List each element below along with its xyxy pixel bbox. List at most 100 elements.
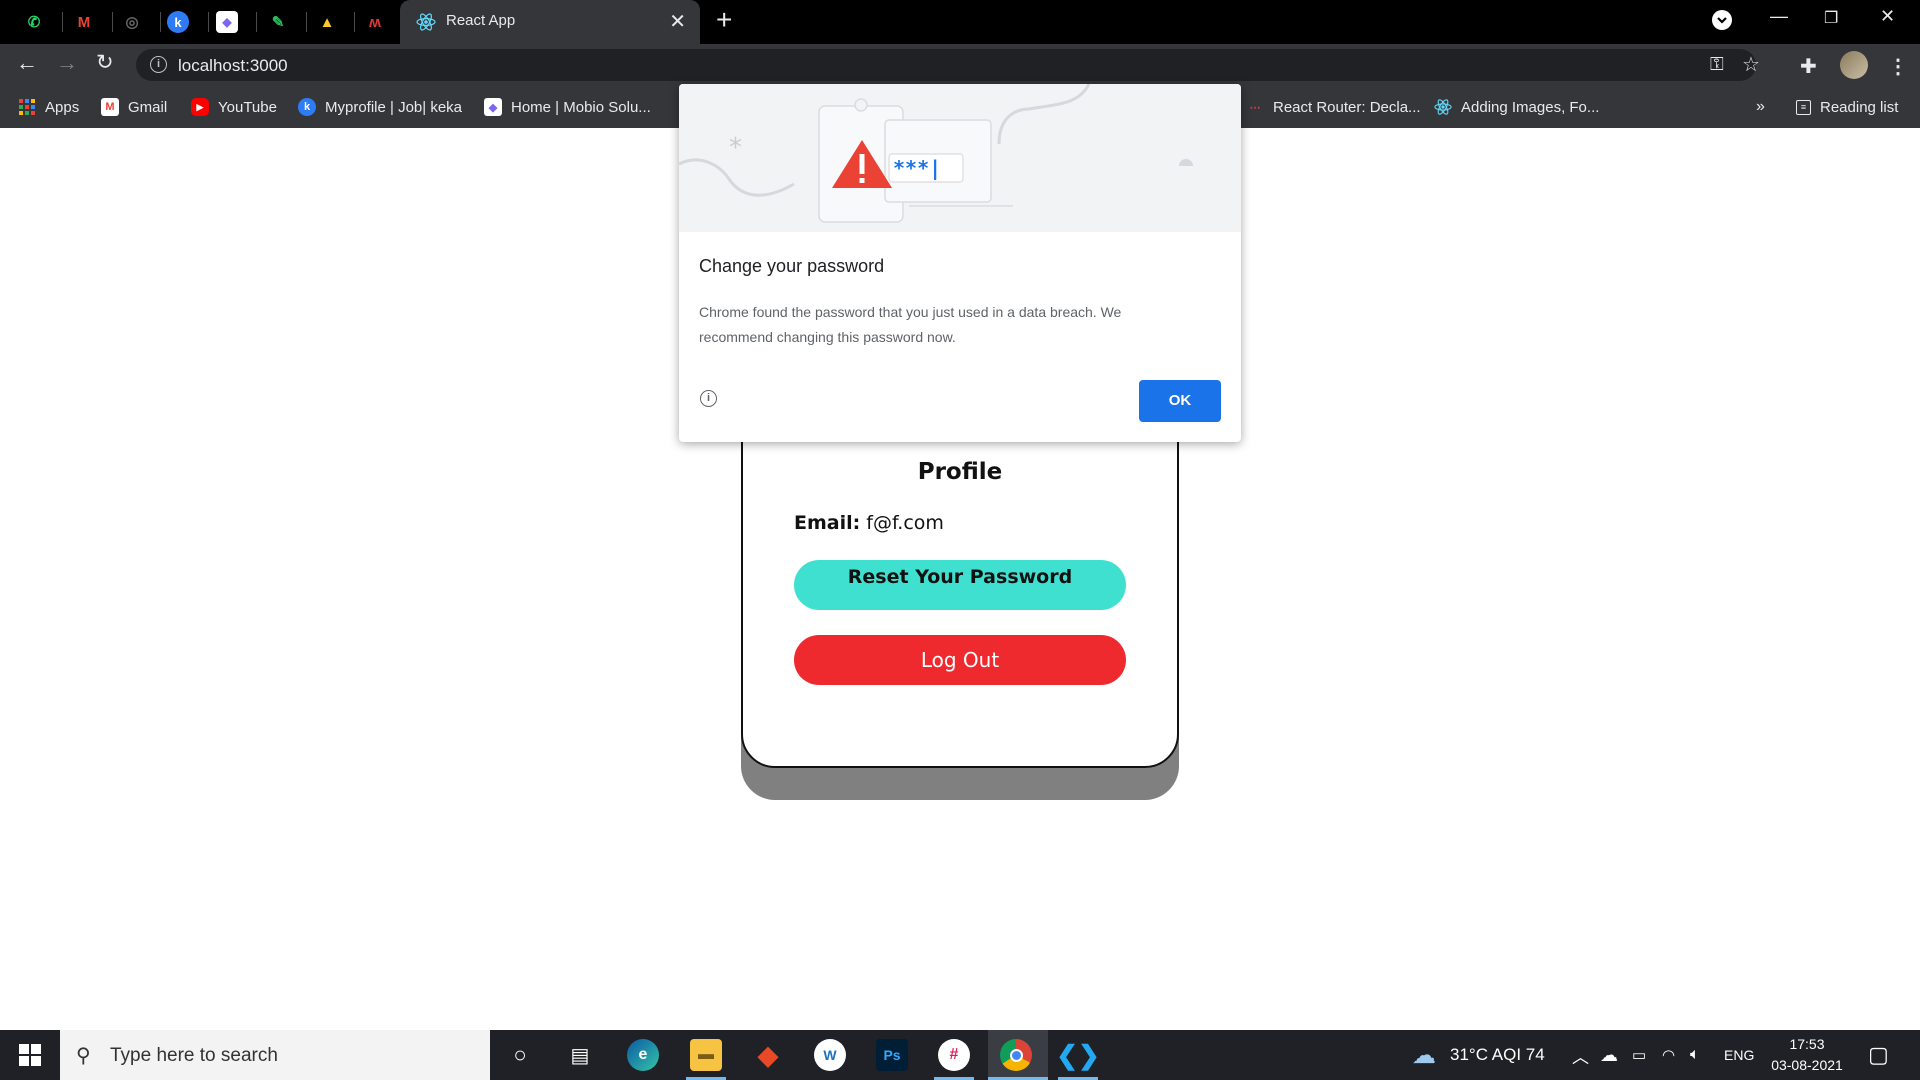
- bookmark-keka[interactable]: k Myprofile | Job| keka: [298, 86, 462, 128]
- mobio-icon: ◆: [484, 98, 502, 116]
- file-explorer-icon[interactable]: ▬: [690, 1039, 722, 1071]
- bookmark-star-icon[interactable]: ☆: [1742, 52, 1760, 77]
- restore-icon[interactable]: ❐: [1824, 8, 1838, 28]
- github-icon[interactable]: ◎: [118, 8, 146, 36]
- tab-separator: [306, 12, 307, 32]
- vscode-icon[interactable]: ❮❯: [1056, 1039, 1100, 1071]
- show-hidden-icons-chevron-icon[interactable]: ︿: [1572, 1030, 1589, 1080]
- info-icon[interactable]: i: [700, 390, 717, 407]
- react-icon: [416, 13, 436, 31]
- profile-title: Profile: [917, 459, 1003, 485]
- tab-separator: [208, 12, 209, 32]
- battery-icon[interactable]: ▭: [1632, 1030, 1646, 1080]
- reading-list-label: Reading list: [1820, 98, 1899, 116]
- reload-icon[interactable]: ↻: [96, 52, 114, 74]
- close-window-icon[interactable]: ✕: [1880, 6, 1895, 27]
- tab-separator: [160, 12, 161, 32]
- bookmark-react-router[interactable]: ⋯ React Router: Decla...: [1246, 86, 1421, 128]
- taskbar-clock[interactable]: 17:53 03-08-2021: [1752, 1034, 1862, 1076]
- email-value: f@f.com: [866, 512, 944, 534]
- slack-icon[interactable]: #: [938, 1039, 970, 1071]
- ok-button[interactable]: OK: [1139, 380, 1221, 422]
- bookmark-youtube[interactable]: ▶ YouTube: [191, 86, 277, 128]
- extensions-puzzle-icon[interactable]: ✚: [1800, 54, 1817, 79]
- start-button[interactable]: [0, 1030, 60, 1080]
- clickup-icon[interactable]: ◆: [216, 11, 238, 33]
- react-icon: [1434, 98, 1452, 116]
- tab-search-icon[interactable]: [1712, 10, 1732, 30]
- browser-toolbar: ← → ↻ i localhost:3000 ⚿ ☆ ✚ ⋮: [0, 44, 1920, 86]
- react-router-icon: ⋯: [1249, 101, 1261, 114]
- weather-cloud-icon[interactable]: ☁: [1412, 1030, 1436, 1080]
- close-tab-icon[interactable]: ✕: [669, 9, 686, 34]
- mobio-icon[interactable]: ʍ: [361, 8, 389, 36]
- bookmark-label: React Router: Decla...: [1273, 98, 1421, 116]
- reset-password-button[interactable]: Reset Your Password: [794, 560, 1126, 610]
- bookmark-label: Gmail: [128, 98, 168, 116]
- chrome-menu-icon[interactable]: ⋮: [1888, 54, 1908, 79]
- masked-password-text: ***|: [893, 156, 941, 180]
- bookmark-label: YouTube: [218, 98, 277, 116]
- back-arrow-icon[interactable]: ←: [16, 52, 38, 74]
- gmail-icon[interactable]: M: [70, 8, 98, 36]
- profile-avatar[interactable]: [1840, 51, 1868, 79]
- cortana-circle-icon[interactable]: ○: [504, 1039, 536, 1071]
- logout-button[interactable]: Log Out: [794, 635, 1126, 685]
- wordpress-app-icon[interactable]: W: [814, 1039, 846, 1071]
- password-breach-illustration: * ***|: [679, 84, 1241, 232]
- clock-date: 03-08-2021: [1771, 1057, 1843, 1073]
- address-bar[interactable]: i localhost:3000 ⚿ ☆: [136, 49, 1760, 81]
- bookmark-label: Myprofile | Job| keka: [325, 98, 463, 116]
- tab-separator: [112, 12, 113, 32]
- minimize-icon[interactable]: —: [1770, 6, 1788, 27]
- clock-time: 17:53: [1789, 1036, 1825, 1052]
- evernote-icon[interactable]: ✎: [264, 8, 292, 36]
- weather-text[interactable]: 31°C AQI 74: [1450, 1030, 1545, 1080]
- language-indicator[interactable]: ENG: [1724, 1030, 1754, 1080]
- task-view-icon[interactable]: ▤: [564, 1039, 596, 1071]
- dialog-body: Chrome found the password that you just …: [699, 304, 1122, 345]
- gmail-icon: M: [101, 98, 119, 116]
- dialog-title: Change your password: [699, 256, 885, 276]
- email-row: Email: f@f.com: [794, 512, 944, 534]
- bookmark-gmail[interactable]: M Gmail: [101, 86, 167, 128]
- git-app-icon[interactable]: ◆: [752, 1039, 784, 1071]
- email-label: Email:: [794, 512, 861, 534]
- forward-arrow-icon[interactable]: →: [56, 52, 78, 74]
- bookmark-label: Home | Mobio Solu...: [511, 98, 651, 116]
- tab-title: React App: [446, 12, 516, 29]
- whatsapp-icon[interactable]: ✆: [20, 8, 48, 36]
- bookmark-adding-images[interactable]: Adding Images, Fo...: [1434, 86, 1599, 128]
- site-info-icon[interactable]: i: [150, 56, 167, 73]
- reading-list-button[interactable]: ≡ Reading list: [1796, 86, 1898, 128]
- firebase-icon[interactable]: ▲: [313, 8, 341, 36]
- onedrive-cloud-icon[interactable]: ☁: [1600, 1030, 1618, 1080]
- notifications-icon[interactable]: ▢: [1868, 1030, 1889, 1080]
- keka-icon: k: [298, 98, 316, 116]
- bookmark-mobio[interactable]: ◆ Home | Mobio Solu...: [484, 86, 651, 128]
- tab-react-app[interactable]: React App ✕: [400, 0, 700, 44]
- search-placeholder: Type here to search: [110, 1045, 278, 1066]
- bookmarks-overflow-chevron-icon[interactable]: »: [1756, 86, 1765, 128]
- key-icon[interactable]: ⚿: [1710, 54, 1724, 75]
- chrome-icon[interactable]: [1000, 1039, 1032, 1071]
- keka-icon[interactable]: k: [167, 11, 189, 33]
- bookmark-label: Apps: [45, 98, 80, 116]
- url-text[interactable]: localhost:3000: [178, 56, 288, 76]
- photoshop-icon[interactable]: Ps: [876, 1039, 908, 1071]
- tab-separator: [256, 12, 257, 32]
- password-breach-dialog: * ***| Change your password Chrome found…: [679, 84, 1241, 442]
- windows-logo-icon: [19, 1044, 41, 1066]
- edge-icon[interactable]: e: [627, 1039, 659, 1071]
- new-tab-plus-icon[interactable]: +: [716, 4, 732, 36]
- bookmark-apps[interactable]: Apps: [18, 86, 79, 128]
- wifi-icon[interactable]: ◠: [1662, 1030, 1675, 1080]
- tab-separator: [354, 12, 355, 32]
- volume-icon[interactable]: 🔈︎: [1690, 1030, 1700, 1080]
- apps-grid-icon: [18, 98, 36, 116]
- svg-text:*: *: [729, 133, 742, 163]
- search-icon: ⚲: [76, 1045, 91, 1067]
- taskbar-search-box[interactable]: ⚲ Type here to search: [60, 1030, 490, 1080]
- windows-taskbar: ⚲ Type here to search ○ ▤ e ▬ ◆ W Ps # ❮…: [0, 1030, 1920, 1080]
- tab-separator: [62, 12, 63, 32]
